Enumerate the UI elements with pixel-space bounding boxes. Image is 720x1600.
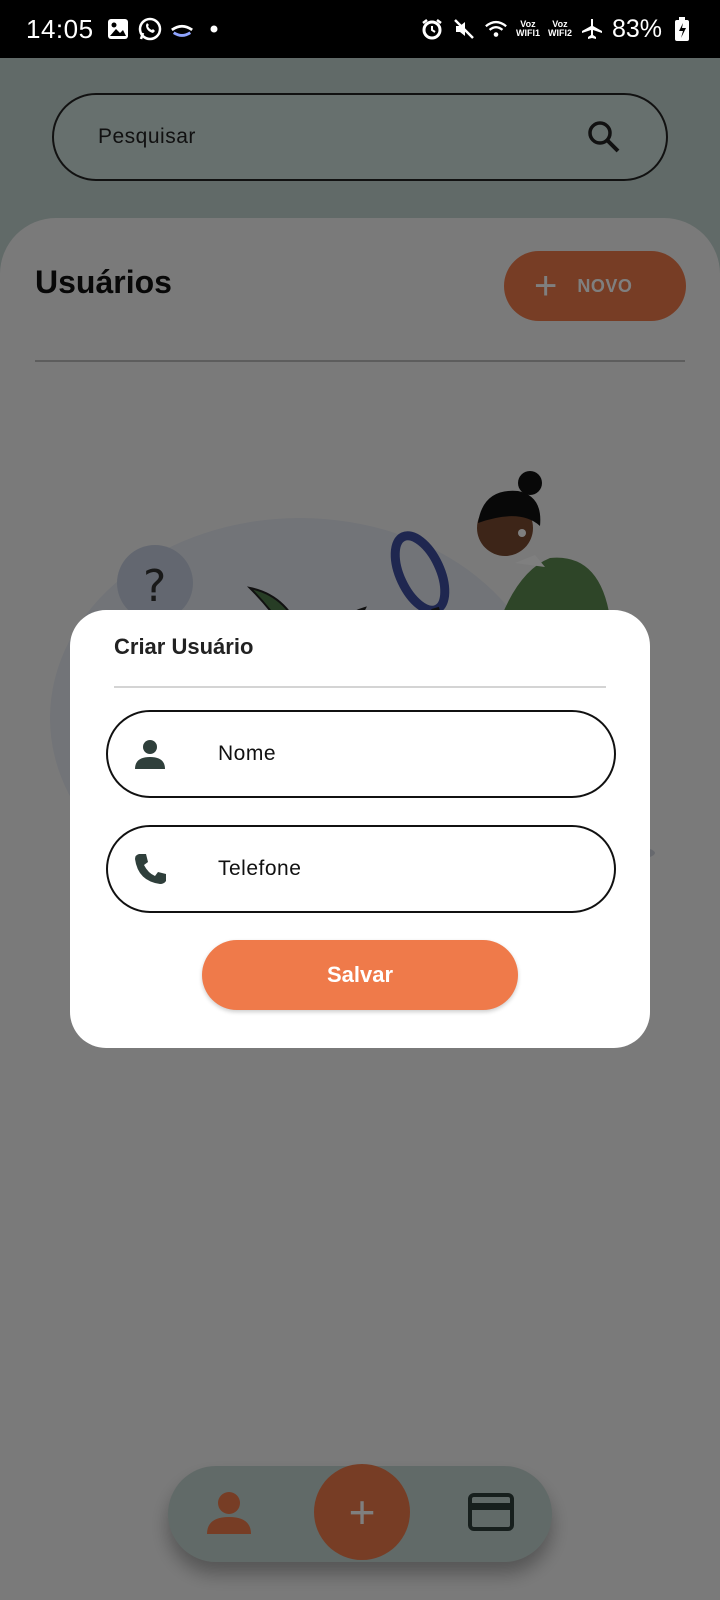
dot-icon <box>202 17 226 41</box>
phone-input[interactable]: Telefone <box>218 857 301 881</box>
volte-sub-2: WIFI2 <box>547 28 572 38</box>
status-bar: 14:05 Voz WIFI1 Voz WIFI2 83% <box>0 0 720 58</box>
alarm-icon <box>420 17 444 41</box>
volte-wifi1: Voz WIFI1 <box>516 20 540 38</box>
notification-icons <box>106 17 226 41</box>
system-icons: Voz WIFI1 Voz WIFI2 83% <box>420 15 694 44</box>
dialog-divider <box>114 686 606 688</box>
dialog-title: Criar Usuário <box>114 634 254 659</box>
save-button[interactable]: Salvar <box>202 940 518 1010</box>
airplane-icon <box>580 17 604 41</box>
app-icon <box>170 17 194 41</box>
name-field[interactable]: Nome <box>106 710 616 798</box>
whatsapp-icon <box>138 17 162 41</box>
battery-charging-icon <box>670 17 694 41</box>
gallery-icon <box>106 17 130 41</box>
wifi-icon <box>484 17 508 41</box>
status-time: 14:05 <box>26 13 94 44</box>
mute-icon <box>452 17 476 41</box>
create-user-dialog: Criar Usuário Nome Telefone Salvar <box>70 610 650 1048</box>
person-icon <box>132 736 168 772</box>
volte-sub-1: WIFI1 <box>515 28 540 38</box>
volte-wifi2: Voz WIFI2 <box>548 20 572 38</box>
name-input[interactable]: Nome <box>218 742 276 766</box>
phone-field[interactable]: Telefone <box>106 825 616 913</box>
phone-icon <box>132 851 168 887</box>
battery-percent: 83% <box>611 14 662 43</box>
